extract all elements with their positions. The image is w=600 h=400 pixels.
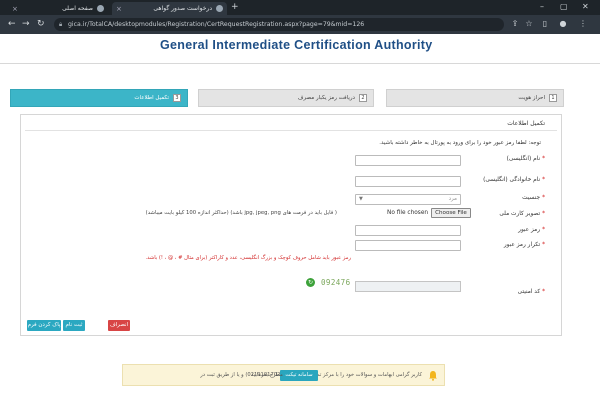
label-text: نام (انگلیسی)	[506, 156, 541, 162]
last-name-input[interactable]	[355, 176, 461, 187]
refresh-captcha-icon[interactable]: ↻	[306, 278, 315, 287]
support-text-end: مطرح بفرمایید	[251, 372, 283, 378]
address-bar[interactable]: 🔒︎ gica.ir/TotalCA/desktopmodules/Regist…	[54, 18, 504, 31]
share-icon[interactable]: ⇪	[510, 19, 520, 29]
password-warning: رمز عبور باید شامل حروف کوچک و بزرگ انگل…	[145, 255, 352, 261]
close-window-icon[interactable]: ✕	[582, 2, 589, 11]
header-divider	[0, 63, 600, 64]
cancel-button[interactable]: انصراف	[108, 320, 130, 331]
browser-nav-bar: ← → ↻ 🔒︎ gica.ir/TotalCA/desktopmodules/…	[0, 15, 600, 34]
last-name-label: *نام خانوادگی (انگلیسی)	[483, 177, 545, 183]
register-button[interactable]: ثبت نام	[63, 320, 85, 331]
form-panel: تکمیل اطلاعات توجه: لطفا رمز عبور خود را…	[20, 114, 562, 336]
reload-icon[interactable]: ↻	[37, 19, 45, 29]
password-label: *رمز عبور	[518, 227, 545, 233]
step-label: تکمیل اطلاعات	[134, 95, 169, 101]
required-mark: *	[542, 177, 545, 183]
gender-label: *جنسیت	[522, 195, 545, 201]
captcha-input[interactable]	[355, 281, 461, 292]
site-favicon-icon	[97, 5, 104, 12]
back-icon[interactable]: ←	[8, 19, 16, 29]
repeat-password-label: *تکرار رمز عبور	[504, 242, 545, 248]
page-title: General Intermediate Certification Autho…	[160, 38, 433, 52]
menu-icon[interactable]: ⋮	[578, 19, 588, 29]
ticket-system-button[interactable]: سامانه تیکت	[280, 370, 318, 381]
forward-icon[interactable]: →	[22, 19, 30, 29]
bookmark-star-icon[interactable]: ☆	[524, 19, 534, 29]
password-input[interactable]	[355, 225, 461, 236]
label-text: کد امنیتی	[517, 289, 541, 295]
tab-title: صفحه اصلی	[62, 5, 93, 12]
step-number: 1	[549, 94, 557, 102]
label-text: تصویر کارت ملی	[499, 211, 541, 217]
site-favicon-icon	[216, 5, 223, 12]
national-card-file-input[interactable]: No file chosen Choose File	[387, 208, 471, 218]
label-text: نام خانوادگی (انگلیسی)	[483, 177, 541, 183]
tab-home[interactable]: صفحه اصلی ×	[8, 2, 108, 15]
browser-tab-bar: صفحه اصلی × درخواست صدور گواهی × + – ▢ ✕	[0, 0, 600, 15]
tab-title: درخواست صدور گواهی	[153, 5, 212, 12]
step-complete-info[interactable]: 3 تکمیل اطلاعات	[10, 89, 188, 107]
new-tab-button[interactable]: +	[231, 2, 239, 12]
profile-icon[interactable]: ●	[558, 19, 568, 29]
label-text: تکرار رمز عبور	[503, 242, 541, 248]
step-number: 3	[173, 94, 181, 102]
required-mark: *	[542, 289, 545, 295]
close-icon[interactable]: ×	[12, 5, 18, 13]
captcha-label: *کد امنیتی	[518, 289, 545, 295]
captcha-image: 092476	[321, 278, 351, 287]
required-mark: *	[542, 227, 545, 233]
wizard-steps: 1 احراز هویت 2 دریافت رمز یکبار مصرف 3 ت…	[10, 89, 564, 107]
gender-value: مرد	[448, 196, 457, 202]
first-name-label: *نام (انگلیسی)	[507, 156, 545, 162]
gender-select[interactable]: مرد ▼	[355, 194, 461, 205]
step-label: دریافت رمز یکبار مصرف	[297, 95, 355, 101]
label-text: رمز عبور	[518, 227, 541, 233]
national-card-label: *تصویر کارت ملی	[499, 211, 545, 217]
chevron-down-icon: ▼	[359, 196, 363, 202]
panel-divider	[25, 130, 557, 131]
password-notice: توجه: لطفا رمز عبور خود را برای ورود به …	[379, 140, 541, 146]
tab-cert-request[interactable]: درخواست صدور گواهی ×	[112, 2, 227, 15]
minimize-icon[interactable]: –	[540, 2, 544, 11]
required-mark: *	[542, 211, 545, 217]
file-hint: ( فایل باید در فرمت های jpg, jpeg, png ب…	[145, 210, 337, 216]
bell-icon	[429, 371, 437, 381]
step-otp[interactable]: 2 دریافت رمز یکبار مصرف	[198, 89, 374, 107]
panel-title: تکمیل اطلاعات	[507, 120, 545, 127]
step-number: 2	[359, 94, 367, 102]
file-status: No file chosen	[387, 210, 429, 216]
step-identity[interactable]: 1 احراز هویت	[386, 89, 564, 107]
clear-form-button[interactable]: پاک کردن فرم	[27, 320, 61, 331]
label-text: جنسیت	[522, 195, 541, 201]
first-name-input[interactable]	[355, 155, 461, 166]
split-view-icon[interactable]: ▯	[540, 19, 550, 29]
required-mark: *	[542, 195, 545, 201]
choose-file-button[interactable]: Choose File	[431, 208, 471, 218]
maximize-icon[interactable]: ▢	[560, 2, 568, 11]
support-notice-bar: کاربر گرامی ابهامات و سوالات خود را با م…	[122, 364, 445, 386]
url-text: gica.ir/TotalCA/desktopmodules/Registrat…	[68, 21, 365, 28]
step-label: احراز هویت	[518, 95, 545, 101]
required-mark: *	[542, 156, 545, 162]
lock-icon: 🔒︎	[59, 21, 63, 28]
close-icon[interactable]: ×	[116, 5, 122, 13]
required-mark: *	[542, 242, 545, 248]
repeat-password-input[interactable]	[355, 240, 461, 251]
